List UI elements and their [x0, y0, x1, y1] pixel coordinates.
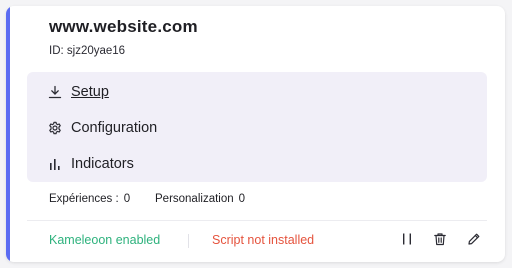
menu-item-label: Indicators [71, 156, 134, 172]
status-separator [188, 234, 189, 248]
download-icon [47, 84, 63, 100]
personalization-value: 0 [238, 193, 246, 205]
kameleoon-status: Kameleoon enabled [49, 233, 161, 247]
gear-icon [47, 120, 63, 136]
menu-item-indicators[interactable]: Indicators [47, 152, 134, 176]
pause-button[interactable] [398, 232, 416, 250]
experiences-value: 0 [123, 193, 131, 205]
card-accent-bar [6, 6, 10, 262]
personalization-label: Personalization [155, 193, 234, 205]
edit-button[interactable] [465, 232, 483, 250]
menu-item-label: Configuration [71, 120, 158, 136]
pencil-icon [467, 232, 481, 251]
footer-divider [27, 220, 487, 221]
site-id: ID: sjz20yae16 [49, 45, 126, 57]
delete-button[interactable] [431, 232, 449, 250]
menu-item-label: Setup [71, 84, 109, 100]
experiences-label: Expériences : [49, 193, 119, 205]
menu-item-configuration[interactable]: Configuration [47, 116, 157, 140]
personalization-count: Personalization 0 [155, 193, 245, 205]
experiences-count: Expériences : 0 [49, 193, 130, 205]
menu-item-setup[interactable]: Setup [47, 80, 109, 104]
trash-icon [433, 232, 447, 251]
website-card: www.website.com ID: sjz20yae16 Setup Con… [6, 6, 505, 262]
site-title: www.website.com [49, 17, 198, 36]
pause-icon [400, 232, 414, 251]
script-status: Script not installed [212, 233, 315, 247]
site-menu: Setup Configuration Indicators [27, 72, 487, 182]
bar-chart-icon [47, 156, 63, 172]
